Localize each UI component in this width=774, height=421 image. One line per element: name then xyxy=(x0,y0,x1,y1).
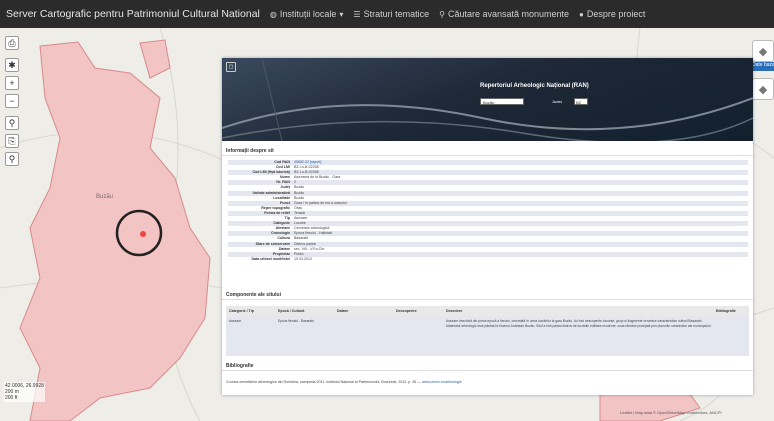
globe-icon: ◍ xyxy=(269,9,277,19)
nav-institutii[interactable]: ◍ Instituții locale ▾ xyxy=(270,9,344,19)
nav-straturi[interactable]: ☰ Straturi tematice xyxy=(353,9,429,19)
biblio-section-title: Bibliografie xyxy=(226,363,254,369)
county-label: Județ xyxy=(552,99,562,104)
col-header: Categorie / Tip xyxy=(229,309,254,313)
divider xyxy=(222,155,753,156)
app-title[interactable]: Server Cartografic pentru Patrimoniul Cu… xyxy=(6,8,260,20)
nav-label: Căutare avansată monumente xyxy=(447,9,570,19)
print-icon[interactable]: ⎙ xyxy=(5,36,19,50)
banner-title: Repertoriul Arheologic Național (RAN) xyxy=(480,83,589,89)
table-cell: Epoca fierului - Basarabi xyxy=(278,319,314,323)
caret-down-icon: ▾ xyxy=(339,9,344,19)
field-row: Data ultimei modificări 19.03.2012 xyxy=(228,257,748,262)
top-navbar: Server Cartografic pentru Patrimoniul Cu… xyxy=(0,0,774,28)
table-cell xyxy=(716,316,746,356)
ran-banner: ▢ Repertoriul Arheologic Național (RAN) … xyxy=(222,58,753,141)
table-cell xyxy=(396,316,446,356)
list-icon: ☰ xyxy=(353,9,361,19)
nav-despre[interactable]: ● Despre proiect xyxy=(579,9,645,19)
components-header: Categorie / Tip Epocă / Cultură Datare D… xyxy=(226,306,749,316)
site-info-popup: ▢ Repertoriul Arheologic Național (RAN) … xyxy=(222,58,753,395)
zoom-out-button[interactable]: − xyxy=(5,94,19,108)
search-map-icon[interactable]: ⚲ xyxy=(5,152,19,166)
nav-label: Straturi tematice xyxy=(363,9,430,19)
biblio-entry: Cronica cercetărilor arheologice din Rom… xyxy=(226,380,462,384)
table-cell: Așezare xyxy=(229,319,242,323)
table-cell: Așezare deschisă din prima epocă a fieru… xyxy=(446,319,712,328)
layer-tooltip: Date baza xyxy=(752,62,774,71)
locate-icon[interactable]: ⚲ xyxy=(5,116,19,130)
layer-controls: ◆ ◆ xyxy=(752,40,774,104)
biblio-link[interactable]: www.cimec.ro/arheologie xyxy=(422,380,462,384)
components-table: Categorie / Tip Epocă / Cultură Datare D… xyxy=(226,306,749,356)
expand-icon[interactable]: ▢ xyxy=(226,62,236,72)
pin-icon[interactable]: ✱ xyxy=(5,58,19,72)
nav-label: Despre proiect xyxy=(586,9,646,19)
table-row: Așezare Epoca fierului - Basarabi Așezar… xyxy=(226,316,749,356)
col-header: Datare xyxy=(337,309,349,313)
components-section-title: Componente ale sitului xyxy=(226,292,282,298)
field-value: 19.03.2012 xyxy=(294,256,312,261)
table-cell xyxy=(337,316,396,356)
col-header: Epocă / Cultură xyxy=(278,309,305,313)
col-header: Descriere xyxy=(446,309,463,313)
search-icon: ⚲ xyxy=(439,9,445,19)
layers-icon[interactable]: ◆ xyxy=(752,40,774,62)
nav-cautare[interactable]: ⚲ Căutare avansată monumente xyxy=(439,9,569,19)
town-label: Buzău xyxy=(96,194,113,200)
col-header: Bibliografie xyxy=(716,309,736,313)
divider xyxy=(222,299,753,300)
nav-label: Instituții locale xyxy=(279,9,337,19)
ran-search-input[interactable]: Buzău xyxy=(480,98,524,105)
scale-imperial: 200 ft xyxy=(5,395,18,401)
scale-bar: 42.0006, 26.9928 200 m 200 ft xyxy=(4,382,45,402)
map-toolbar: ⎙ ✱ + − ⚲ ⎘ ⚲ xyxy=(5,36,19,166)
col-header: Descoperire xyxy=(396,309,417,313)
info-icon: ● xyxy=(579,9,584,19)
biblio-text: Cronica cercetărilor arheologice din Rom… xyxy=(226,380,421,384)
site-marker xyxy=(140,231,146,237)
map-attribution[interactable]: Leaflet | Map data © OpenStreetMap contr… xyxy=(620,410,722,415)
site-fields-table: Cod RAN 45682.02 [raport] Cod LMI BZ-I-s-B… xyxy=(228,160,748,262)
divider xyxy=(222,370,753,371)
basemap-icon[interactable]: ◆ xyxy=(752,78,774,100)
county-select[interactable]: BZ xyxy=(574,98,588,105)
bookmark-icon[interactable]: ⎘ xyxy=(5,134,19,148)
field-key: Data ultimei modificări xyxy=(251,256,290,261)
town-boundary xyxy=(19,41,211,421)
zoom-in-button[interactable]: + xyxy=(5,76,19,90)
info-section-title: Informații despre sit xyxy=(226,148,274,154)
